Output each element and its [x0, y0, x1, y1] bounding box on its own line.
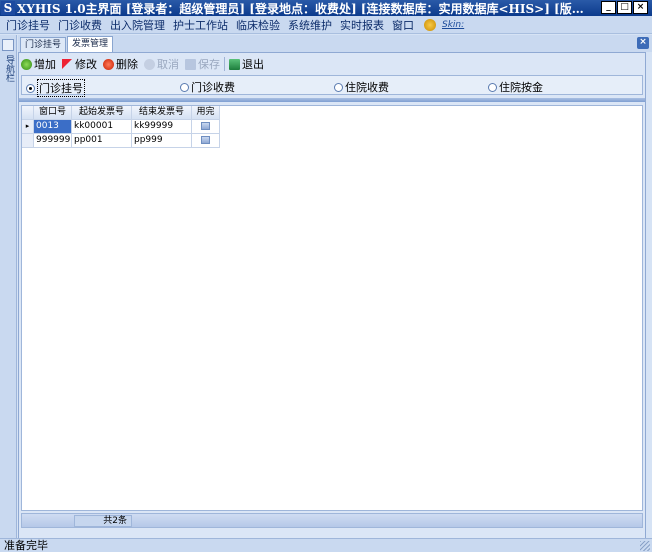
plus-icon	[21, 58, 32, 70]
cell-end-invoice[interactable]: kk99999	[132, 120, 192, 134]
cell-end-invoice[interactable]: pp999	[132, 134, 192, 148]
radio-inpatient-charge[interactable]: 住院收费	[334, 79, 389, 95]
delete-button[interactable]: 删除	[103, 56, 138, 72]
cell-used-up[interactable]	[192, 134, 220, 148]
invoice-management-panel: 增加 修改 删除 取消 保存 退出 门诊挂号 门诊收费 住院收费 住院按金 窗口…	[18, 52, 646, 540]
row-selector-header	[22, 106, 34, 120]
title-bar: S XYHIS 1.0主界面 [登录者：超级管理员] [登录地点：收费处] [连…	[0, 0, 652, 16]
nav-label[interactable]: 导航栏	[2, 55, 14, 82]
col-header-end-invoice[interactable]: 结束发票号	[132, 106, 192, 120]
invoice-grid: 窗口号 起始发票号 结束发票号 用完 ▸ 0013 kk00001 kk9999…	[21, 105, 643, 511]
add-button[interactable]: 增加	[21, 56, 56, 72]
menu-nurse-station[interactable]: 护士工作站	[171, 17, 234, 33]
tab-outpatient-registration[interactable]: 门诊挂号	[20, 37, 67, 52]
splitter[interactable]	[19, 98, 645, 102]
skin-icon[interactable]	[424, 18, 436, 31]
status-bar: 准备完毕	[0, 538, 652, 552]
tab-close-icon[interactable]: ×	[637, 37, 649, 49]
grid-footer: 共2条	[21, 513, 643, 528]
col-header-start-invoice[interactable]: 起始发票号	[72, 106, 132, 120]
skin-selector[interactable]: Skin:	[442, 20, 464, 30]
grid-header-row: 窗口号 起始发票号 结束发票号 用完	[22, 106, 642, 120]
close-button[interactable]: ×	[633, 1, 648, 14]
menu-realtime-reports[interactable]: 实时报表	[338, 17, 390, 33]
used-up-checkbox[interactable]	[201, 135, 210, 144]
col-header-window-no[interactable]: 窗口号	[34, 106, 72, 120]
radio-dot	[334, 82, 343, 92]
delete-icon	[103, 58, 114, 70]
exit-icon	[229, 58, 240, 70]
radio-outpatient-charge[interactable]: 门诊收费	[180, 79, 235, 95]
menu-window[interactable]: 窗口	[390, 17, 420, 33]
menu-clinical-lab[interactable]: 临床检验	[234, 17, 286, 33]
pencil-icon	[62, 58, 73, 70]
menu-bar: 门诊挂号 门诊收费 出入院管理 护士工作站 临床检验 系统维护 实时报表 窗口 …	[0, 16, 652, 34]
menu-outpatient-registration[interactable]: 门诊挂号	[4, 17, 56, 33]
exit-button[interactable]: 退出	[229, 56, 264, 72]
col-header-used-up[interactable]: 用完	[192, 106, 220, 120]
menu-system-maintenance[interactable]: 系统维护	[286, 17, 338, 33]
menu-outpatient-charge[interactable]: 门诊收费	[56, 17, 108, 33]
minimize-button[interactable]: _	[601, 1, 616, 14]
window-controls: _ □ ×	[601, 1, 648, 14]
tab-invoice-management[interactable]: 发票管理	[67, 36, 114, 52]
app-logo-icon: S	[1, 1, 15, 15]
radio-dot	[26, 83, 35, 93]
edit-button[interactable]: 修改	[62, 56, 97, 72]
radio-inpatient-deposit[interactable]: 住院按金	[488, 79, 543, 95]
radio-dot	[488, 82, 497, 92]
save-icon	[185, 58, 196, 70]
current-row-indicator: ▸	[22, 120, 34, 134]
cancel-button[interactable]: 取消	[144, 56, 179, 72]
cell-window-no[interactable]: 0013	[34, 120, 72, 134]
resize-grip-icon[interactable]	[640, 541, 650, 551]
window-title: XYHIS 1.0主界面 [登录者：超级管理员] [登录地点：收费处] [连接数…	[17, 1, 584, 16]
toolbar-separator	[224, 57, 225, 71]
toolbar: 增加 修改 删除 取消 保存 退出	[21, 55, 643, 73]
invoice-type-radio-group: 门诊挂号 门诊收费 住院收费 住院按金	[21, 75, 643, 97]
tab-bar: 门诊挂号 发票管理 ×	[18, 35, 652, 52]
table-row[interactable]: 999999 pp001 pp999	[22, 134, 642, 148]
row-selector	[22, 134, 34, 148]
cell-start-invoice[interactable]: pp001	[72, 134, 132, 148]
radio-dot	[180, 82, 189, 92]
cell-window-no[interactable]: 999999	[34, 134, 72, 148]
undo-icon	[144, 58, 155, 70]
save-button[interactable]: 保存	[185, 56, 220, 72]
left-nav-strip: 导航栏	[0, 35, 17, 540]
maximize-button[interactable]: □	[617, 1, 632, 14]
radio-outpatient-registration[interactable]: 门诊挂号	[26, 79, 85, 97]
cell-start-invoice[interactable]: kk00001	[72, 120, 132, 134]
status-text: 准备完毕	[4, 539, 48, 552]
cell-used-up[interactable]	[192, 120, 220, 134]
record-count: 共2条	[74, 515, 132, 527]
used-up-checkbox[interactable]	[201, 121, 210, 130]
table-row[interactable]: ▸ 0013 kk00001 kk99999	[22, 120, 642, 134]
menu-admission-management[interactable]: 出入院管理	[108, 17, 171, 33]
nav-toggle-icon[interactable]	[2, 39, 14, 51]
